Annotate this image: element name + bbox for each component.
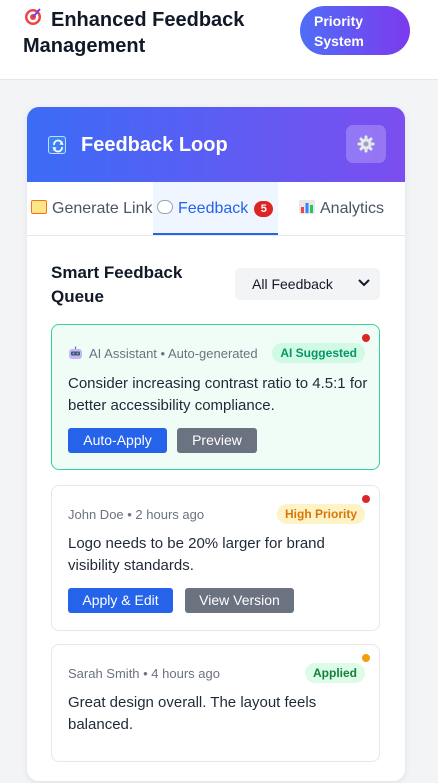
- chevron-down-icon: [358, 279, 370, 287]
- app-title-text: Enhanced Feedback Management: [23, 9, 245, 57]
- auto-apply-button[interactable]: Auto-Apply: [68, 428, 167, 453]
- robot-icon: [68, 346, 83, 360]
- priority-dot: [362, 495, 370, 503]
- status-badge: High Priority: [276, 504, 365, 524]
- feedback-item-applied: Sarah Smith • 4 hours ago Applied Great …: [51, 644, 380, 762]
- bar-chart-icon: [299, 183, 315, 214]
- priority-dot: [362, 334, 370, 342]
- feedback-item-high-priority: John Doe • 2 hours ago High Priority Log…: [51, 485, 380, 631]
- feedback-meta: John Doe • 2 hours ago: [68, 507, 205, 522]
- target-icon: [23, 6, 43, 33]
- tab-analytics-label: Analytics: [320, 200, 385, 217]
- panel-header: Feedback Loop: [27, 107, 405, 182]
- gear-icon: [357, 135, 375, 153]
- priority-system-badge[interactable]: Priority System: [300, 6, 410, 55]
- feedback-message: Consider increasing contrast ratio to 4.…: [68, 375, 368, 414]
- queue-title: Smart Feedback Queue: [51, 263, 183, 306]
- filter-selected-value: All Feedback: [252, 276, 333, 292]
- app-title: Enhanced Feedback Management: [23, 6, 293, 59]
- speech-bubble-icon: [157, 200, 173, 214]
- tab-feedback[interactable]: Feedback 5: [153, 182, 278, 235]
- tab-analytics[interactable]: Analytics: [299, 182, 384, 235]
- view-version-button[interactable]: View Version: [185, 588, 294, 613]
- priority-dot: [362, 654, 370, 662]
- tab-generate-link[interactable]: Generate Link: [31, 182, 153, 235]
- feedback-filter-select[interactable]: All Feedback: [235, 268, 380, 300]
- feedback-count-badge: 5: [254, 201, 274, 217]
- tab-generate-link-label: Generate Link: [52, 200, 153, 217]
- tab-bar: Generate Link Feedback 5 Analytics: [27, 182, 405, 236]
- refresh-icon: [48, 136, 66, 154]
- feedback-message: Logo needs to be 20% larger for brand vi…: [68, 535, 325, 574]
- feedback-meta: Sarah Smith • 4 hours ago: [68, 666, 220, 681]
- apply-edit-button[interactable]: Apply & Edit: [68, 588, 173, 613]
- feedback-panel: Feedback Loop Generate Link Feedback 5 A…: [27, 107, 405, 781]
- memo-icon: [31, 200, 47, 214]
- panel-title: Feedback Loop: [81, 134, 228, 156]
- feedback-meta-text: AI Assistant • Auto-generated: [89, 346, 258, 361]
- status-badge: AI Suggested: [272, 343, 365, 363]
- app-header: Enhanced Feedback Management Priority Sy…: [0, 0, 438, 80]
- settings-button[interactable]: [346, 125, 386, 163]
- status-badge: Applied: [305, 663, 365, 683]
- feedback-meta: AI Assistant • Auto-generated: [68, 346, 258, 361]
- feedback-message: Great design overall. The layout feels b…: [68, 694, 317, 733]
- feedback-item-ai: AI Assistant • Auto-generated AI Suggest…: [51, 324, 380, 470]
- preview-button[interactable]: Preview: [177, 428, 257, 453]
- tab-feedback-label: Feedback: [178, 200, 249, 217]
